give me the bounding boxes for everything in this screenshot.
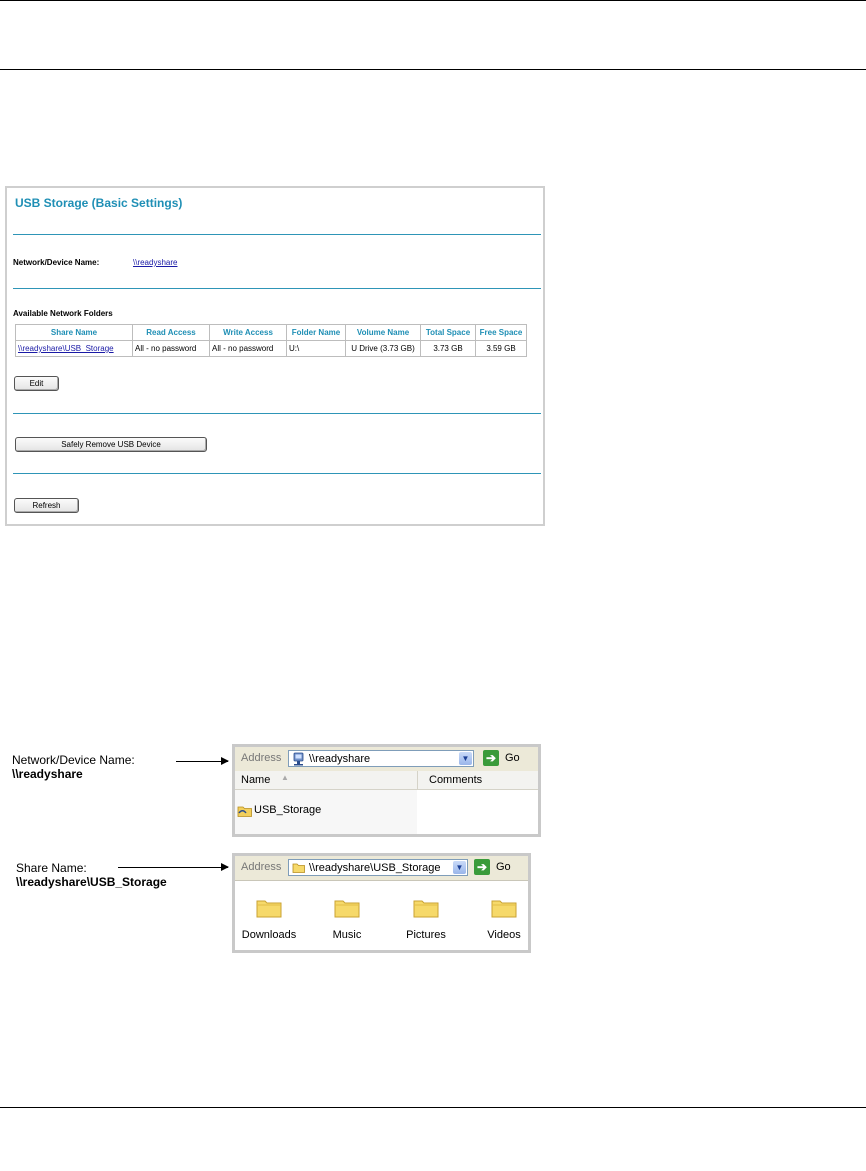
callout-share-value: \\readyshare\USB_Storage	[16, 875, 167, 889]
table-row: \\readyshare\USB_Storage All - no passwo…	[15, 340, 527, 357]
address-value: \\readyshare\USB_Storage	[309, 862, 441, 874]
address-bar: Address \\readyshare ▼ ➔ Go	[235, 747, 538, 772]
usb-storage-panel: USB Storage (Basic Settings) Network/Dev…	[5, 186, 545, 526]
folder-icon[interactable]	[256, 898, 282, 918]
safely-remove-usb-button[interactable]: Safely Remove USB Device	[15, 437, 207, 452]
folder-label-downloads[interactable]: Downloads	[234, 929, 304, 941]
chevron-down-icon[interactable]: ▼	[459, 752, 472, 765]
callout-device-label: Network/Device Name:	[12, 753, 135, 767]
folders-table: Share Name Read Access Write Access Fold…	[15, 324, 527, 357]
folder-name-cell: U:\	[286, 340, 346, 357]
address-field[interactable]: \\readyshare ▼	[288, 750, 474, 767]
write-access-cell: All - no password	[209, 340, 287, 357]
go-arrow-icon[interactable]: ➔	[483, 750, 499, 766]
address-value: \\readyshare	[309, 753, 371, 765]
share-name-link[interactable]: \\readyshare\USB_Storage	[15, 340, 133, 357]
column-header-bar: Name ▲ Comments	[235, 771, 538, 790]
address-label: Address	[241, 752, 282, 764]
folders-heading: Available Network Folders	[13, 309, 113, 318]
read-access-cell: All - no password	[132, 340, 210, 357]
go-button[interactable]: Go	[505, 752, 520, 764]
shared-folder-icon	[237, 806, 252, 817]
col-volume-name: Volume Name	[345, 324, 421, 341]
go-button[interactable]: Go	[496, 861, 511, 873]
column-name[interactable]: Name	[241, 774, 270, 786]
callout-share-label: Share Name:	[16, 861, 87, 875]
callout-arrow	[176, 757, 229, 765]
divider	[13, 473, 541, 474]
network-computer-icon	[293, 752, 304, 766]
col-free-space: Free Space	[475, 324, 527, 341]
sort-asc-icon: ▲	[281, 773, 289, 782]
free-space-cell: 3.59 GB	[475, 340, 527, 357]
explorer-window-readyshare: Address \\readyshare ▼ ➔ Go Name ▲ Comme…	[232, 744, 541, 837]
header-rule	[0, 0, 866, 1]
callout-share-name: Share Name: \\readyshare\USB_Storage	[16, 861, 167, 889]
folder-icon[interactable]	[491, 898, 517, 918]
address-field[interactable]: \\readyshare\USB_Storage ▼	[288, 859, 468, 876]
footer-rule	[0, 1107, 866, 1108]
refresh-button[interactable]: Refresh	[14, 498, 79, 513]
folder-icon[interactable]	[334, 898, 360, 918]
folder-label-videos[interactable]: Videos	[469, 929, 539, 941]
total-space-cell: 3.73 GB	[420, 340, 476, 357]
panel-title: USB Storage (Basic Settings)	[15, 196, 183, 210]
go-arrow-icon[interactable]: ➔	[474, 859, 490, 875]
callout-device-value: \\readyshare	[12, 767, 83, 781]
callout-arrow	[118, 863, 229, 871]
table-header-row: Share Name Read Access Write Access Fold…	[15, 324, 527, 341]
device-name-label: Network/Device Name:	[13, 258, 100, 267]
folder-label-pictures[interactable]: Pictures	[391, 929, 461, 941]
col-write-access: Write Access	[209, 324, 287, 341]
divider	[13, 234, 541, 235]
device-name-link[interactable]: \\readyshare	[133, 258, 177, 267]
folder-icon	[292, 863, 305, 873]
folder-icon[interactable]	[413, 898, 439, 918]
col-read-access: Read Access	[132, 324, 210, 341]
callout-device-name: Network/Device Name: \\readyshare	[12, 753, 135, 781]
column-comments[interactable]: Comments	[429, 774, 482, 786]
address-label: Address	[241, 861, 282, 873]
chevron-down-icon[interactable]: ▼	[453, 861, 466, 874]
divider	[13, 413, 541, 414]
col-share-name: Share Name	[15, 324, 133, 341]
folder-label-music[interactable]: Music	[312, 929, 382, 941]
header-rule-bottom	[0, 69, 866, 70]
explorer-window-usb-storage: Address \\readyshare\USB_Storage ▼ ➔ Go …	[232, 853, 531, 953]
list-item-usb-storage[interactable]: USB_Storage	[254, 804, 321, 816]
divider	[13, 288, 541, 289]
address-bar: Address \\readyshare\USB_Storage ▼ ➔ Go	[235, 856, 528, 881]
col-folder-name: Folder Name	[286, 324, 346, 341]
col-total-space: Total Space	[420, 324, 476, 341]
edit-button[interactable]: Edit	[14, 376, 59, 391]
volume-name-cell: U Drive (3.73 GB)	[345, 340, 421, 357]
column-divider	[417, 771, 418, 789]
